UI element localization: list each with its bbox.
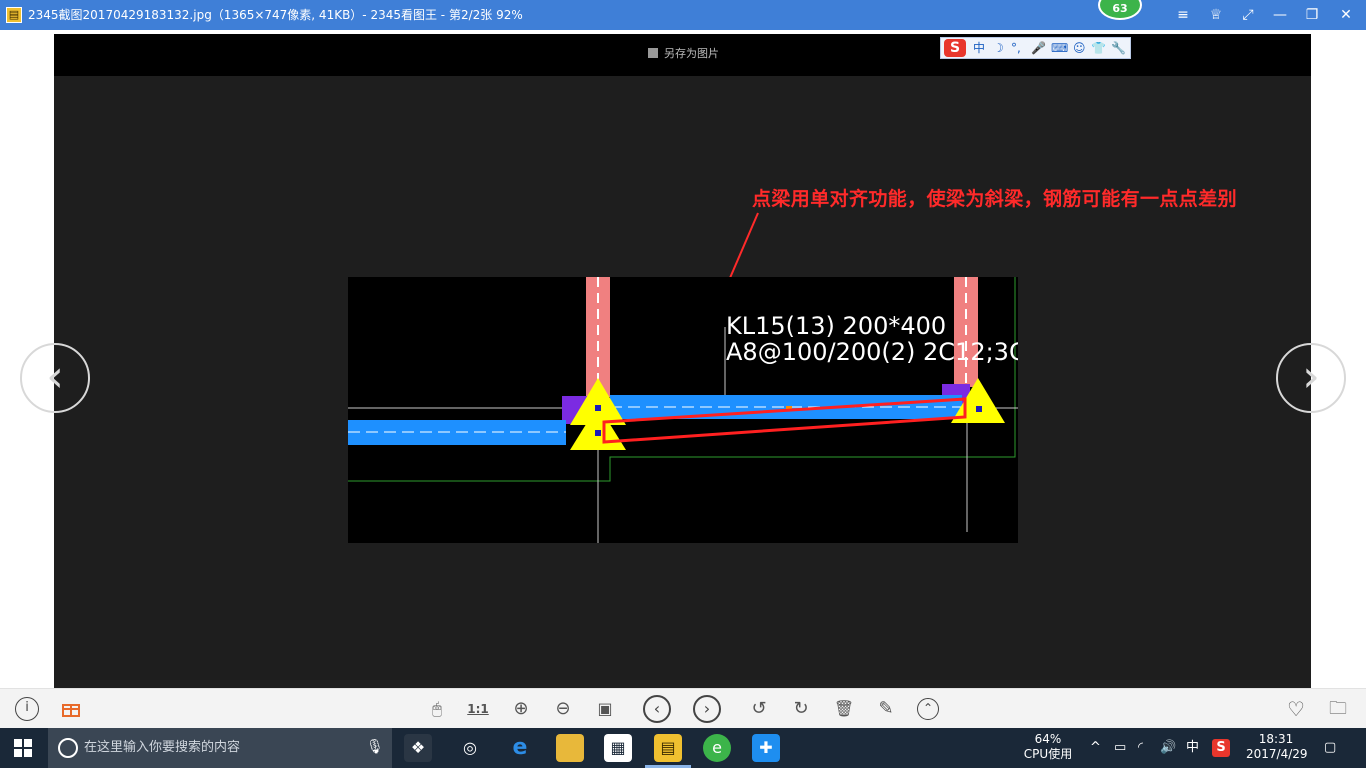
edge-icon[interactable]: e — [506, 734, 534, 762]
punctuation-icon[interactable]: °, — [1011, 40, 1021, 56]
keyboard-icon[interactable]: ⌨ — [1051, 40, 1068, 56]
grip-point-right — [976, 406, 982, 412]
gift-icon-graphic — [62, 704, 80, 717]
grip-point-left-lower — [595, 430, 601, 436]
menu-icon[interactable]: ≡ — [1172, 5, 1194, 25]
cad-image: KL15(13) 200*400 A8@100/200(2) 2C12;3C — [348, 277, 1018, 543]
ime-chinese-mode[interactable]: 中 — [973, 40, 985, 56]
fullscreen-icon[interactable]: ⤢ — [1237, 5, 1259, 25]
file-explorer-icon[interactable] — [556, 734, 584, 762]
save-as-image-button[interactable]: 另存为图片 — [648, 46, 719, 62]
close-button[interactable]: ✕ — [1335, 5, 1357, 25]
actual-size-button[interactable]: 1:1 — [467, 698, 489, 720]
battery-icon[interactable]: ▭ — [1114, 739, 1126, 757]
moon-icon[interactable]: ☽ — [993, 40, 1004, 56]
gift-icon[interactable] — [62, 699, 80, 717]
zoom-out-icon[interactable]: ⊖ — [552, 698, 574, 720]
ime-mode-indicator[interactable]: 中 — [1186, 739, 1199, 757]
wifi-icon[interactable]: ◜ — [1138, 739, 1143, 757]
save-as-image-label: 另存为图片 — [664, 47, 719, 60]
sogou-logo-icon: S — [944, 39, 966, 57]
bottom-toolbar: i 🖱 1:1 ⊕ ⊖ ▣ ‹ › ↺ ↻ 🗑 ✎ ⌃ ♡ 🗀 — [0, 688, 1366, 728]
disk-icon — [648, 48, 658, 58]
minimize-button[interactable]: — — [1269, 5, 1291, 25]
previous-button[interactable]: ‹ — [643, 695, 671, 723]
favorite-icon[interactable]: ♡ — [1285, 698, 1307, 720]
notification-badge[interactable]: 63 — [1098, 0, 1142, 20]
microphone-icon[interactable]: 🎙 — [366, 739, 384, 755]
app-icon: ▤ — [6, 7, 22, 23]
cortana-icon — [58, 738, 78, 758]
rotate-right-icon[interactable]: ↻ — [790, 698, 812, 720]
voice-icon[interactable]: 🎤 — [1031, 40, 1046, 56]
annotation-text: 点梁用单对齐功能，使梁为斜梁，钢筋可能有一点点差别 — [752, 188, 1238, 210]
mouse-icon[interactable]: 🖱 — [426, 698, 448, 720]
volume-icon[interactable]: 🔊 — [1160, 739, 1176, 757]
cross-app-icon[interactable]: ✚ — [752, 734, 780, 762]
sogou-tray-icon[interactable]: S — [1212, 739, 1230, 757]
skin-icon[interactable]: ♕ — [1205, 5, 1227, 25]
edit-icon[interactable]: ✎ — [875, 698, 897, 720]
previous-image-button[interactable]: ‹ — [20, 343, 90, 413]
window-title: 2345截图20170429183132.jpg（1365×747像素, 41K… — [28, 8, 523, 22]
taskbar: 在这里输入你要搜索的内容 🎙 ❖ ◎ e ▦ ▤ e ✚ 64% CPU使用 ^… — [0, 728, 1366, 768]
next-button[interactable]: › — [693, 695, 721, 723]
task-view-icon[interactable]: ❖ — [404, 734, 432, 762]
skin-shirt-icon[interactable]: 👕 — [1091, 40, 1106, 56]
zoom-in-icon[interactable]: ⊕ — [510, 698, 532, 720]
ime-toolbar[interactable]: S 中 ☽ °, 🎤 ⌨ ☺ 👕 🔧 — [940, 37, 1131, 59]
cpu-usage: 64% CPU使用 — [1020, 732, 1076, 762]
delete-icon[interactable]: 🗑 — [833, 698, 855, 720]
clock[interactable]: 18:31 2017/4/29 — [1246, 732, 1308, 762]
beam-label-line2: A8@100/200(2) 2C12;3C — [726, 338, 1018, 366]
search-placeholder: 在这里输入你要搜索的内容 — [84, 740, 241, 755]
info-icon[interactable]: i — [15, 697, 39, 721]
beam-label-line1: KL15(13) 200*400 — [726, 312, 947, 340]
open-folder-icon[interactable]: 🗀 — [1327, 698, 1349, 720]
more-icon[interactable]: ⌃ — [917, 698, 939, 720]
clock-date: 2017/4/29 — [1246, 747, 1308, 761]
title-bar: ▤ 2345截图20170429183132.jpg（1365×747像素, 4… — [0, 0, 1366, 30]
notification-app-icon[interactable]: ◎ — [456, 734, 484, 762]
windows-start-icon[interactable] — [14, 739, 32, 757]
user-icon[interactable]: ☺ — [1073, 40, 1086, 56]
store-icon[interactable]: ▦ — [604, 734, 632, 762]
rotate-left-icon[interactable]: ↺ — [748, 698, 770, 720]
slab-outline — [348, 277, 1016, 482]
cpu-percent: 64% — [1034, 732, 1062, 746]
image-viewer-taskbar-icon[interactable]: ▤ — [654, 734, 682, 762]
slideshow-icon[interactable]: ▣ — [594, 698, 616, 720]
browser-2345-icon[interactable]: e — [703, 734, 731, 762]
next-image-button[interactable]: › — [1276, 343, 1346, 413]
wrench-icon[interactable]: 🔧 — [1111, 40, 1126, 56]
grip-point-left — [595, 405, 601, 411]
clock-time: 18:31 — [1258, 732, 1294, 746]
action-center-icon[interactable]: ▢ — [1324, 739, 1336, 757]
taskbar-search-box[interactable]: 在这里输入你要搜索的内容 🎙 — [48, 728, 392, 768]
chevron-up-icon[interactable]: ^ — [1090, 739, 1101, 757]
cpu-label: CPU使用 — [1023, 747, 1073, 761]
restore-button[interactable]: ❐ — [1301, 5, 1323, 25]
